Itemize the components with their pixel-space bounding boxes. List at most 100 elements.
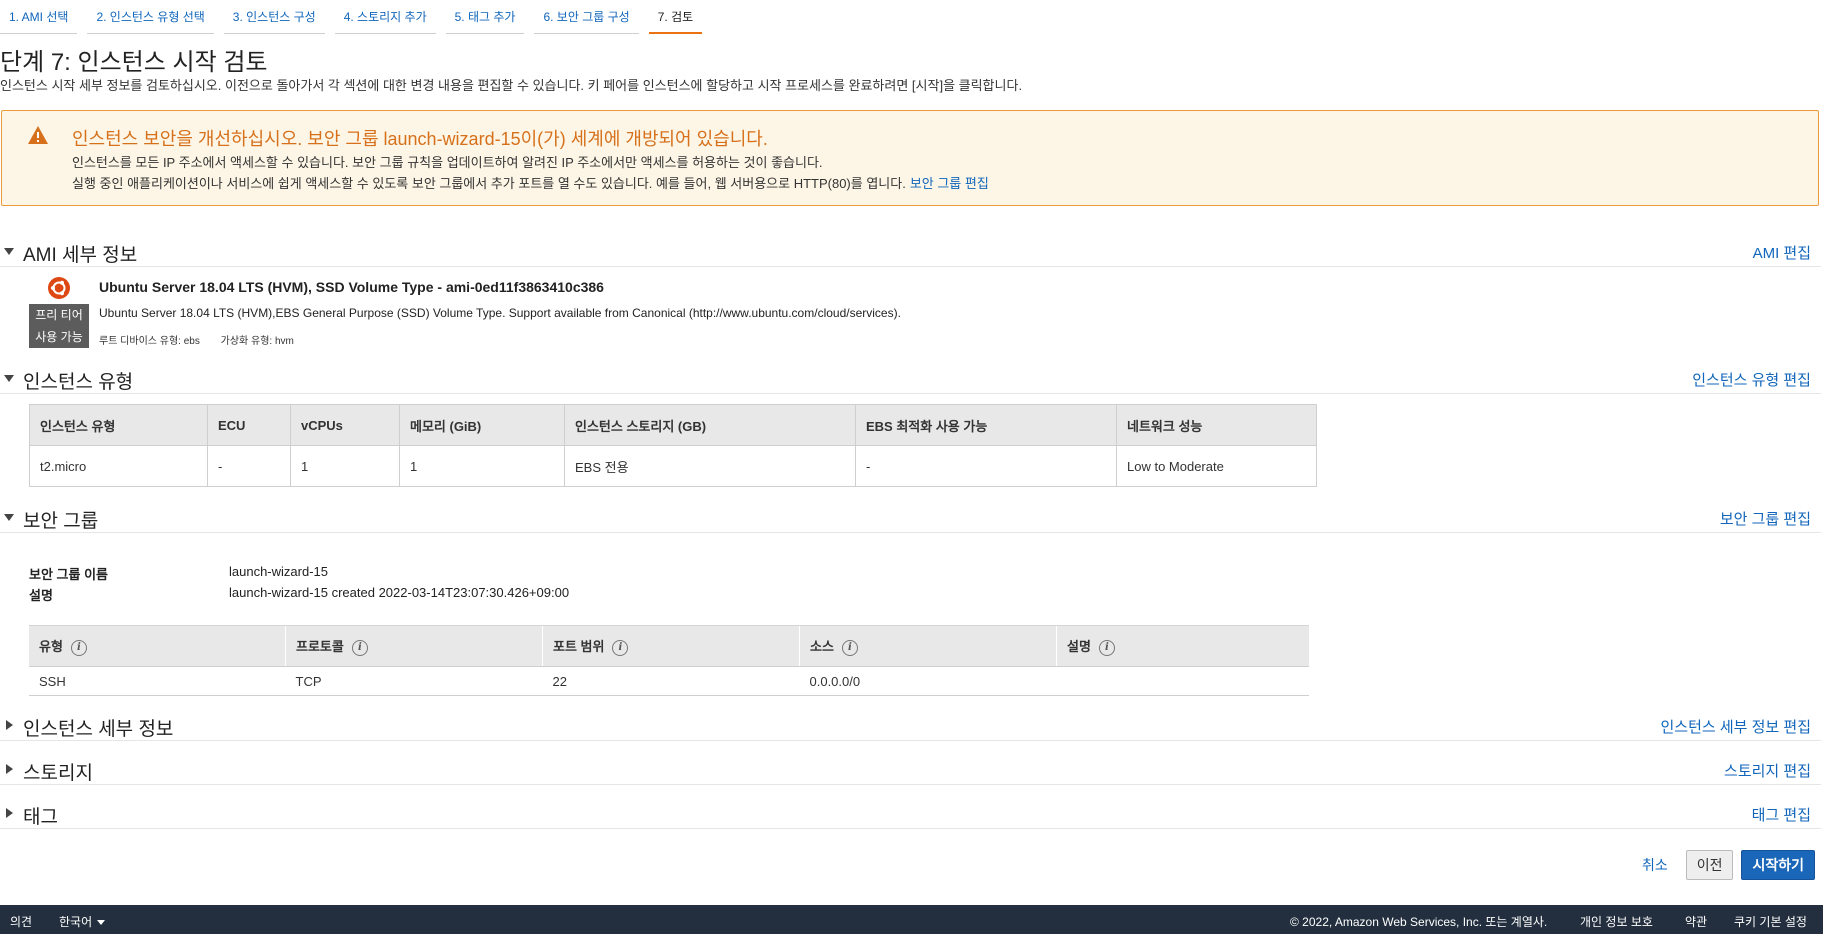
table-row: t2.micro - 1 1 EBS 전용 - Low to Moderate — [29, 445, 1317, 487]
table-cell: 1 — [290, 445, 400, 487]
expand-caret-icon[interactable] — [6, 720, 13, 730]
collapse-caret-icon[interactable] — [4, 375, 14, 382]
wizard-step-7[interactable]: 7. 검토 — [648, 0, 703, 34]
wizard-step-2[interactable]: 2. 인스턴스 유형 선택 — [87, 0, 214, 34]
storage-section-header[interactable]: 스토리지 스토리지 편집 — [0, 758, 1821, 785]
collapse-caret-icon[interactable] — [4, 248, 14, 255]
free-tier-badge-line2: 사용 가능 — [35, 330, 83, 344]
edit-security-group-link[interactable]: 보안 그룹 편집 — [910, 176, 989, 191]
ami-meta: 루트 디바이스 유형: ebs 가상화 유형: hvm — [99, 332, 312, 347]
collapse-caret-icon[interactable] — [4, 514, 14, 521]
ami-section-header[interactable]: AMI 세부 정보 AMI 편집 — [0, 240, 1821, 267]
table-row: SSH TCP 22 0.0.0.0/0 — [29, 666, 1309, 696]
warning-text-2-body: 실행 중인 애플리케이션이나 서비스에 쉽게 액세스할 수 있도록 보안 그룹에… — [72, 176, 906, 191]
security-group-description-label: 설명 — [29, 588, 53, 603]
tags-section-header[interactable]: 태그 태그 편집 — [0, 802, 1821, 829]
column-header-protocol: 프로토콜 i — [285, 625, 543, 667]
cancel-button[interactable]: 취소 — [1642, 855, 1668, 875]
security-group-section-header[interactable]: 보안 그룹 보안 그룹 편집 — [0, 506, 1821, 533]
info-icon[interactable]: i — [612, 639, 629, 656]
column-header: EBS 최적화 사용 가능 — [855, 404, 1117, 446]
language-selector[interactable]: 한국어 — [59, 913, 106, 930]
ami-name: Ubuntu Server 18.04 LTS (HVM), SSD Volum… — [99, 279, 604, 295]
instance-details-section-title: 인스턴스 세부 정보 — [23, 719, 174, 740]
column-header-source: 소스 i — [799, 625, 1057, 667]
table-cell: 0.0.0.0/0 — [799, 666, 1057, 696]
table-header-row: 인스턴스 유형 ECU vCPUs 메모리 (GiB) 인스턴스 스토리지 (G… — [29, 404, 1317, 446]
virtualization-type: 가상화 유형: hvm — [220, 336, 294, 347]
expand-caret-icon[interactable] — [6, 808, 13, 818]
edit-instance-details-link[interactable]: 인스턴스 세부 정보 편집 — [1660, 716, 1811, 737]
table-cell — [1056, 666, 1309, 696]
ubuntu-logo-icon — [48, 277, 70, 299]
info-icon[interactable]: i — [1098, 639, 1115, 656]
info-icon[interactable]: i — [841, 639, 858, 656]
chevron-down-icon — [97, 920, 106, 926]
column-header-port-range: 포트 범위 i — [542, 625, 800, 667]
edit-ami-link[interactable]: AMI 편집 — [1753, 242, 1811, 263]
table-cell: 22 — [542, 666, 800, 696]
table-cell: t2.micro — [29, 445, 208, 487]
cookie-preferences-link[interactable]: 쿠키 기본 설정 — [1734, 913, 1807, 930]
column-header-label: 유형 — [39, 639, 63, 655]
security-group-name-value: launch-wizard-15 — [229, 564, 328, 579]
security-rules-table: 유형 i 프로토콜 i 포트 범위 i 소스 i 설명 i SSH TCP 22 0.0.… — [29, 625, 1309, 696]
column-header: ECU — [207, 404, 291, 446]
footer-bar: 의견 한국어 © 2022, Amazon Web Services, Inc.… — [0, 905, 1823, 934]
edit-instance-type-link[interactable]: 인스턴스 유형 편집 — [1692, 369, 1811, 390]
edit-storage-link[interactable]: 스토리지 편집 — [1724, 760, 1811, 781]
privacy-link[interactable]: 개인 정보 보호 — [1580, 913, 1653, 930]
page-title: 단계 7: 인스턴스 시작 검토 — [0, 49, 268, 76]
security-group-name-label: 보안 그룹 이름 — [29, 567, 108, 582]
column-header-label: 프로토콜 — [296, 639, 344, 655]
edit-security-group-section-link[interactable]: 보안 그룹 편집 — [1720, 508, 1811, 529]
terms-link[interactable]: 약관 — [1685, 913, 1707, 930]
info-icon[interactable]: i — [70, 639, 87, 656]
wizard-step-5[interactable]: 5. 태그 추가 — [445, 0, 525, 34]
warning-text-2: 실행 중인 애플리케이션이나 서비스에 쉽게 액세스할 수 있도록 보안 그룹에… — [72, 173, 989, 192]
table-cell: TCP — [285, 666, 543, 696]
table-cell: SSH — [29, 666, 286, 696]
instance-type-table: 인스턴스 유형 ECU vCPUs 메모리 (GiB) 인스턴스 스토리지 (G… — [29, 404, 1317, 487]
security-group-description-value: launch-wizard-15 created 2022-03-14T23:0… — [229, 585, 570, 600]
feedback-link[interactable]: 의견 — [10, 913, 32, 930]
root-device-type: 루트 디바이스 유형: ebs — [99, 336, 200, 347]
language-label: 한국어 — [59, 915, 93, 929]
column-header-label: 설명 — [1067, 639, 1091, 655]
warning-text-1: 인스턴스를 모든 IP 주소에서 액세스할 수 있습니다. 보안 그룹 규칙을 … — [72, 155, 823, 170]
edit-tags-link[interactable]: 태그 편집 — [1752, 804, 1811, 825]
table-cell: 1 — [399, 445, 565, 487]
launch-button[interactable]: 시작하기 — [1741, 850, 1815, 880]
column-header: vCPUs — [290, 404, 400, 446]
instance-details-section-header[interactable]: 인스턴스 세부 정보 인스턴스 세부 정보 편집 — [0, 714, 1821, 741]
page-description: 인스턴스 시작 세부 정보를 검토하십시오. 이전으로 돌아가서 각 섹션에 대… — [0, 78, 1023, 93]
table-cell: - — [207, 445, 291, 487]
tags-section-title: 태그 — [23, 807, 58, 828]
wizard-step-6[interactable]: 6. 보안 그룹 구성 — [534, 0, 639, 34]
wizard-step-3[interactable]: 3. 인스턴스 구성 — [223, 0, 325, 34]
column-header: 인스턴스 스토리지 (GB) — [564, 404, 856, 446]
wizard-step-1[interactable]: 1. AMI 선택 — [0, 0, 78, 34]
column-header-label: 포트 범위 — [553, 639, 605, 655]
security-group-section-title: 보안 그룹 — [23, 511, 99, 532]
instance-type-section-title: 인스턴스 유형 — [23, 372, 134, 393]
wizard-steps: 1. AMI 선택 2. 인스턴스 유형 선택 3. 인스턴스 구성 4. 스토… — [0, 0, 712, 34]
security-warning-banner: 인스턴스 보안을 개선하십시오. 보안 그룹 launch-wizard-15이… — [1, 110, 1819, 206]
warning-icon — [28, 126, 48, 144]
column-header: 네트워크 성능 — [1116, 404, 1317, 446]
column-header: 메모리 (GiB) — [399, 404, 565, 446]
warning-title: 인스턴스 보안을 개선하십시오. 보안 그룹 launch-wizard-15이… — [72, 129, 768, 149]
previous-button[interactable]: 이전 — [1685, 850, 1734, 880]
table-header-row: 유형 i 프로토콜 i 포트 범위 i 소스 i 설명 i — [29, 625, 1309, 667]
free-tier-badge-line1: 프리 티어 — [35, 308, 83, 322]
expand-caret-icon[interactable] — [6, 764, 13, 774]
storage-section-title: 스토리지 — [23, 763, 93, 784]
info-icon[interactable]: i — [351, 639, 368, 656]
table-cell: - — [855, 445, 1117, 487]
free-tier-badge: 프리 티어 사용 가능 — [29, 304, 89, 348]
column-header: 인스턴스 유형 — [29, 404, 208, 446]
wizard-step-4[interactable]: 4. 스토리지 추가 — [334, 0, 436, 34]
instance-type-section-header[interactable]: 인스턴스 유형 인스턴스 유형 편집 — [0, 367, 1821, 394]
ami-section-title: AMI 세부 정보 — [23, 245, 138, 266]
column-header-description: 설명 i — [1056, 625, 1309, 667]
